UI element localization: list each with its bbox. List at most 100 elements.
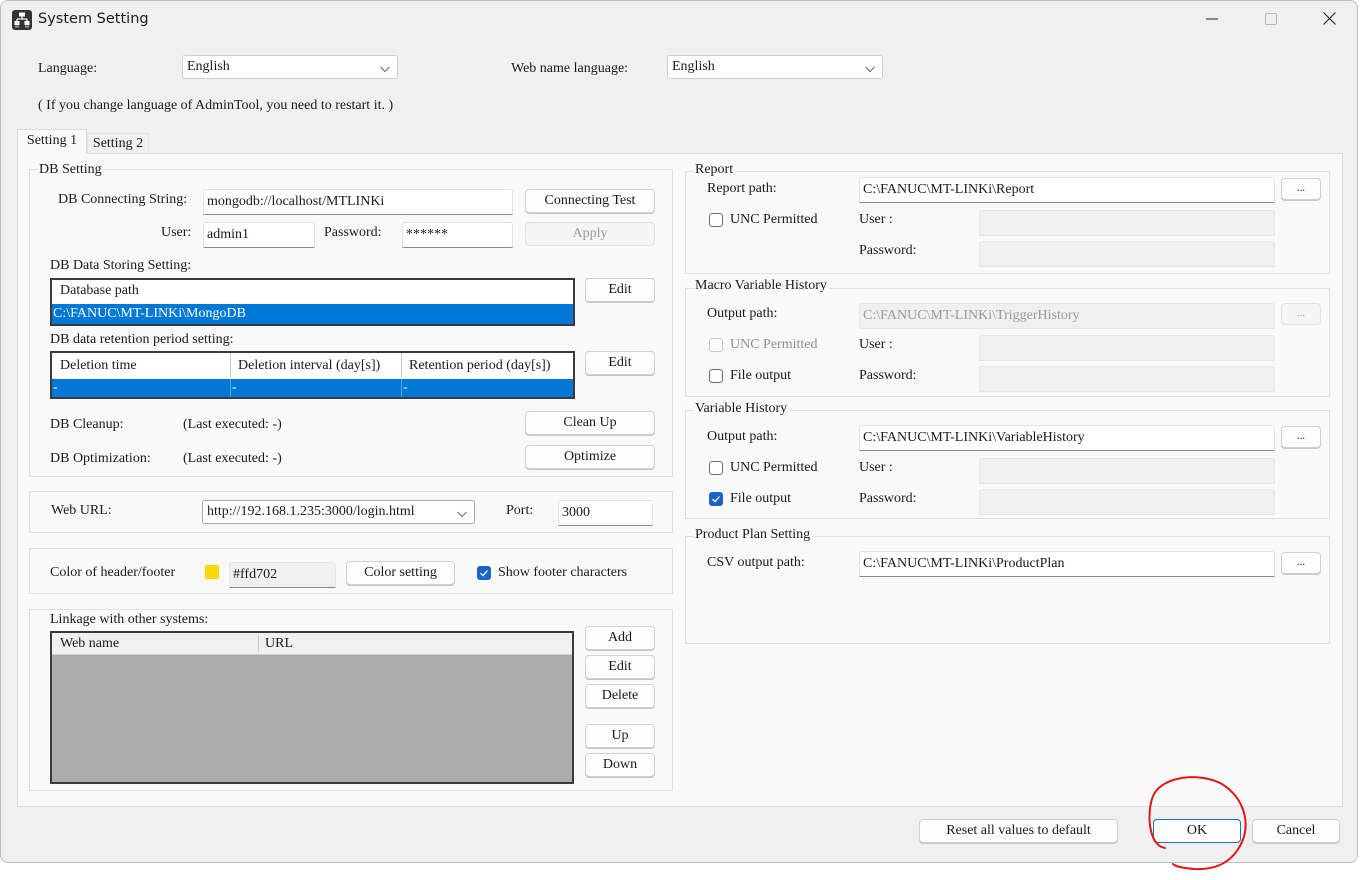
- macro-file-output-checkbox[interactable]: [709, 369, 723, 383]
- optimize-button[interactable]: Optimize: [525, 445, 655, 469]
- variable-output-path-input[interactable]: C:\FANUC\MT-LINKi\VariableHistory: [859, 425, 1275, 451]
- linkage-down-button[interactable]: Down: [585, 753, 655, 777]
- macro-password-input[interactable]: [979, 366, 1275, 392]
- linkage-label: Linkage with other systems:: [50, 612, 209, 627]
- db-user-input[interactable]: admin1: [203, 222, 315, 248]
- minimize-icon: [1206, 13, 1218, 30]
- db-connecting-string-input[interactable]: mongodb://localhost/MTLINKi: [203, 189, 513, 215]
- close-button[interactable]: [1300, 1, 1358, 41]
- variable-unc-label: UNC Permitted: [730, 460, 818, 475]
- report-unc-checkbox[interactable]: [709, 213, 723, 227]
- variable-password-label: Password:: [859, 491, 917, 506]
- cell-separator: [401, 379, 402, 397]
- report-unc-label: UNC Permitted: [730, 212, 818, 227]
- language-value: English: [187, 59, 230, 74]
- report-title: Report: [694, 162, 736, 178]
- product-plan-title: Product Plan Setting: [694, 527, 813, 543]
- retention-edit-button[interactable]: Edit: [585, 351, 655, 375]
- deletion-time-cell: -: [53, 380, 58, 395]
- variable-unc-checkbox[interactable]: [709, 461, 723, 475]
- csv-output-path-input[interactable]: C:\FANUC\MT-LINKi\ProductPlan: [859, 551, 1275, 577]
- checkmark-icon: [712, 496, 720, 503]
- db-connecting-string-label: DB Connecting String:: [58, 192, 188, 207]
- db-data-storing-label: DB Data Storing Setting:: [50, 258, 192, 273]
- db-password-input[interactable]: ******: [402, 222, 513, 248]
- table-row[interactable]: C:\FANUC\MT-LINKi\MongoDB: [52, 304, 573, 324]
- report-password-input[interactable]: [979, 241, 1275, 267]
- chevron-down-icon: [379, 61, 391, 73]
- macro-unc-label: UNC Permitted: [730, 337, 818, 352]
- port-label: Port:: [506, 503, 534, 518]
- column-header-retention-period: Retention period (day[s]): [409, 358, 551, 373]
- linkage-table: Web name URL: [50, 631, 574, 784]
- variable-password-input[interactable]: [979, 489, 1275, 515]
- port-input[interactable]: 3000: [558, 500, 653, 526]
- chevron-down-icon: [456, 506, 468, 518]
- title-bar[interactable]: System Setting: [1, 1, 1359, 41]
- report-browse-button[interactable]: ...: [1281, 178, 1321, 200]
- maximize-button[interactable]: [1242, 1, 1300, 41]
- variable-browse-button[interactable]: ...: [1281, 426, 1321, 448]
- linkage-edit-button[interactable]: Edit: [585, 655, 655, 679]
- cancel-button[interactable]: Cancel: [1252, 819, 1340, 843]
- web-name-language-select[interactable]: English: [667, 55, 883, 79]
- storing-edit-button[interactable]: Edit: [585, 278, 655, 302]
- report-path-input[interactable]: C:\FANUC\MT-LINKi\Report: [859, 177, 1275, 203]
- tab-setting-2-label: Setting 2: [92, 136, 144, 151]
- system-setting-window: System Setting Language: English Web nam…: [0, 0, 1358, 863]
- apply-button[interactable]: Apply: [525, 222, 655, 246]
- macro-user-label: User :: [859, 337, 893, 352]
- tab-setting-1[interactable]: Setting 1: [17, 129, 87, 154]
- retention-period-cell: -: [403, 380, 408, 395]
- web-url-value: http://192.168.1.235:3000/login.html: [207, 504, 415, 519]
- db-storing-table: Database path C:\FANUC\MT-LINKi\MongoDB: [50, 278, 575, 326]
- db-optimization-status: (Last executed: -): [183, 451, 282, 466]
- clean-up-button[interactable]: Clean Up: [525, 411, 655, 435]
- linkage-up-button[interactable]: Up: [585, 724, 655, 748]
- color-value-input: #ffd702: [229, 562, 336, 588]
- macro-password-label: Password:: [859, 368, 917, 383]
- color-header-footer-label: Color of header/footer: [50, 565, 176, 580]
- report-user-label: User :: [859, 212, 893, 227]
- show-footer-checkbox[interactable]: [477, 566, 491, 580]
- connecting-test-button[interactable]: Connecting Test: [525, 189, 655, 213]
- linkage-delete-button[interactable]: Delete: [585, 684, 655, 708]
- color-setting-button[interactable]: Color setting: [346, 561, 455, 585]
- db-password-label: Password:: [324, 225, 382, 240]
- database-path-cell: C:\FANUC\MT-LINKi\MongoDB: [53, 306, 246, 321]
- variable-user-input[interactable]: [979, 458, 1275, 484]
- csv-output-path-label: CSV output path:: [707, 555, 805, 570]
- column-separator[interactable]: [401, 353, 402, 377]
- column-header-web-name: Web name: [60, 636, 120, 651]
- web-url-label: Web URL:: [51, 503, 112, 518]
- macro-browse-button[interactable]: ...: [1281, 303, 1321, 325]
- report-path-label: Report path:: [707, 181, 777, 196]
- column-separator[interactable]: [230, 353, 231, 377]
- macro-unc-checkbox[interactable]: [709, 338, 723, 352]
- restart-note: ( If you change language of AdminTool, y…: [38, 98, 394, 113]
- web-name-language-value: English: [672, 59, 715, 74]
- variable-file-output-label: File output: [730, 491, 792, 506]
- column-header-url: URL: [265, 636, 293, 651]
- linkage-add-button[interactable]: Add: [585, 626, 655, 650]
- web-name-language-label: Web name language:: [511, 61, 629, 76]
- tab-setting-2[interactable]: Setting 2: [87, 133, 149, 153]
- language-select[interactable]: English: [182, 55, 398, 79]
- table-row[interactable]: - - -: [52, 379, 573, 397]
- checkmark-icon: [480, 570, 488, 577]
- maximize-icon: [1265, 12, 1277, 30]
- reset-defaults-button[interactable]: Reset all values to default: [919, 819, 1118, 843]
- macro-output-path-label: Output path:: [707, 306, 778, 321]
- variable-file-output-checkbox[interactable]: [709, 492, 723, 506]
- chevron-down-icon: [864, 61, 876, 73]
- color-swatch: [205, 565, 219, 579]
- language-label: Language:: [38, 61, 98, 76]
- column-separator[interactable]: [258, 635, 259, 652]
- macro-output-path-input[interactable]: C:\FANUC\MT-LINKi\TriggerHistory: [859, 303, 1275, 329]
- csv-browse-button[interactable]: ...: [1281, 552, 1321, 574]
- minimize-button[interactable]: [1183, 1, 1241, 41]
- macro-user-input[interactable]: [979, 335, 1275, 361]
- report-user-input[interactable]: [979, 210, 1275, 236]
- web-url-select[interactable]: http://192.168.1.235:3000/login.html: [202, 500, 475, 524]
- red-circle-annotation: [1148, 776, 1247, 871]
